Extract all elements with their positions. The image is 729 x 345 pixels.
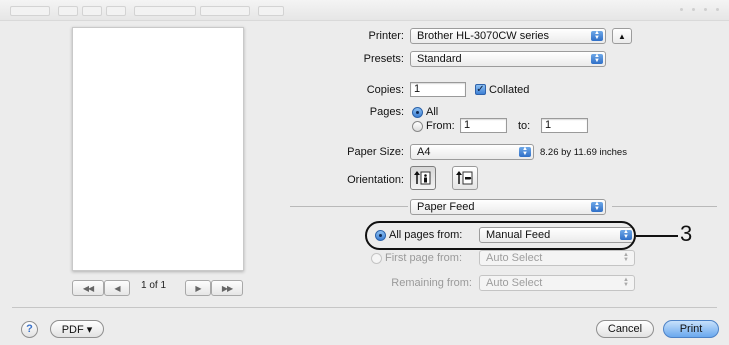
footer-divider	[12, 307, 717, 308]
cancel-button[interactable]: Cancel	[596, 320, 654, 338]
portrait-icon	[414, 171, 431, 185]
popup-arrows-icon: ▲ ▼	[591, 53, 603, 64]
copies-field[interactable]: 1	[410, 82, 466, 97]
remaining-source-value: Auto Select	[486, 277, 543, 289]
expand-dialog-button[interactable]: ▲	[612, 28, 632, 44]
pages-from-label: From:	[426, 120, 455, 132]
background-dot	[716, 8, 719, 11]
help-button[interactable]: ?	[21, 321, 38, 338]
previous-page-button[interactable]: ◀	[104, 280, 130, 296]
pages-from-field[interactable]: 1	[460, 118, 507, 133]
popup-arrows-icon: ▲ ▼	[591, 201, 603, 212]
callout-number: 3	[680, 221, 693, 246]
background-dot	[692, 8, 695, 11]
first-page-from-radio[interactable]	[371, 253, 382, 264]
printer-label: Printer:	[368, 30, 404, 42]
printer-popup[interactable]: Brother HL-3070CW series ▲ ▼	[410, 28, 606, 44]
presets-label: Presets:	[363, 53, 404, 65]
last-page-button[interactable]: ▶▶	[211, 280, 243, 296]
background-control	[10, 6, 50, 16]
first-page-from-label: First page from:	[385, 252, 463, 264]
portrait-orientation-button[interactable]	[410, 166, 436, 190]
remaining-from-label: Remaining from:	[391, 277, 472, 289]
print-button[interactable]: Print	[663, 320, 719, 338]
popup-arrows-icon: ▲ ▼	[623, 252, 629, 263]
pages-all-label: All	[426, 106, 439, 118]
section-divider	[612, 206, 717, 207]
first-page-button[interactable]: ◀◀	[72, 280, 104, 296]
presets-popup[interactable]: Standard ▲ ▼	[410, 51, 606, 67]
next-page-button[interactable]: ▶	[185, 280, 211, 296]
background-dot	[680, 8, 683, 11]
printer-value: Brother HL-3070CW series	[417, 30, 550, 42]
landscape-icon	[456, 171, 473, 185]
background-control	[58, 6, 78, 16]
print-options-popup[interactable]: Paper Feed ▲ ▼	[410, 199, 606, 215]
paper-dimensions: 8.26 by 11.69 inches	[540, 147, 627, 158]
paper-size-popup[interactable]: A4 ▲ ▼	[410, 144, 534, 160]
background-control	[82, 6, 102, 16]
callout-ring	[365, 221, 636, 250]
background-dot	[704, 8, 707, 11]
pages-label: Pages:	[369, 106, 404, 118]
page-count: 1 of 1	[141, 280, 167, 291]
orientation-label: Orientation:	[347, 174, 404, 186]
pages-all-radio[interactable]	[412, 107, 423, 118]
popup-arrows-icon: ▲ ▼	[519, 146, 531, 157]
paper-size-value: A4	[417, 146, 431, 158]
background-control	[134, 6, 196, 16]
remaining-source-popup[interactable]: Auto Select ▲ ▼	[479, 275, 635, 291]
presets-value: Standard	[417, 53, 462, 65]
pdf-menu-button[interactable]: PDF ▾	[50, 320, 104, 338]
background-toolbar	[0, 0, 729, 21]
pages-to-field[interactable]: 1	[541, 118, 588, 133]
landscape-orientation-button[interactable]	[452, 166, 478, 190]
collated-label: Collated	[489, 84, 530, 96]
collated-checkbox[interactable]: ✓	[475, 84, 486, 95]
page-preview	[72, 27, 244, 271]
first-page-source-value: Auto Select	[486, 252, 543, 264]
paper-size-label: Paper Size:	[347, 146, 404, 158]
first-page-source-popup[interactable]: Auto Select ▲ ▼	[479, 250, 635, 266]
disclosure-up-icon: ▲	[618, 31, 626, 41]
background-control	[200, 6, 250, 16]
popup-arrows-icon: ▲ ▼	[623, 277, 629, 288]
section-divider	[290, 206, 408, 207]
background-control	[258, 6, 284, 16]
pages-to-label: to:	[518, 120, 531, 132]
copies-label: Copies:	[366, 84, 404, 96]
popup-arrows-icon: ▲ ▼	[591, 30, 603, 41]
print-options-value: Paper Feed	[417, 201, 475, 213]
pages-range-radio[interactable]	[412, 121, 423, 132]
callout-line	[636, 235, 678, 237]
background-control	[106, 6, 126, 16]
